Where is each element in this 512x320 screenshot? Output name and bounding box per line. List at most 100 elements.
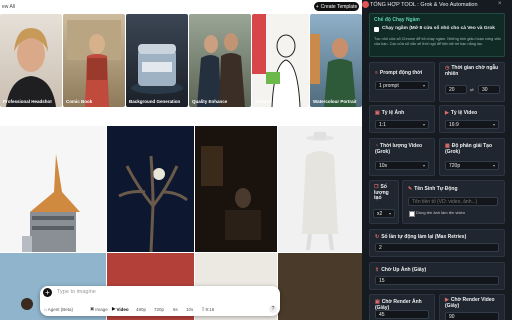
chevron-down-icon: ▾ [422,83,425,88]
template-label: Professional Headshot [3,99,52,104]
template-label: Quality Enhance [192,99,228,104]
image-ratio-select[interactable]: 1:1 ▾ [375,120,429,129]
upload-wait-input[interactable]: 15 [375,276,499,285]
retry-icon: ↻ [375,234,380,240]
video-ratio-select[interactable]: 16:9 ▾ [445,120,499,129]
background-mode-section: Chế độ Chạy Ngầm Chạy ngầm (Mở 8 cửa sổ … [369,13,505,57]
template-card[interactable]: Background Generation [126,14,188,107]
add-attachment-button[interactable]: + [43,288,52,297]
panel-title: TỔNG HỢP TOOL : Grok & Veo Automation [370,0,478,10]
render-video-input[interactable]: 90 [445,312,499,320]
retries-label: ↻ Số lần tự động làm lại (Max Retries) [375,234,466,240]
prompt-concurrency-section: ≡ Prompt động thời 1 prompt ▾ [369,62,435,102]
video-duration-section: ◔ Thời lượng Video (Grok) 10s ▾ [369,138,435,176]
gallery-item[interactable] [107,126,194,252]
upload-wait-section: ⇧ Chờ Up Ảnh (Giây) 15 [369,262,505,290]
range-arrow-icon: ⇄ [470,87,474,92]
video-resolution-text: Độ phân giải Tạo (Grok) [445,143,493,155]
retries-section: ↻ Số lần tự động làm lại (Max Retries) 2 [369,229,505,257]
video-icon: ▶ [112,306,116,311]
random-wait-min-input[interactable]: 20 [445,85,467,94]
prompt-concurrency-label: ≡ Prompt động thời [375,70,422,76]
prompt-input[interactable]: Type to imagine [57,289,96,295]
view-all-link[interactable]: ew All [2,4,15,10]
duration-6s-option[interactable]: 6s [173,305,178,313]
render-image-input[interactable]: 45 [375,310,429,319]
gallery-item[interactable] [278,253,362,320]
automation-panel: TỔNG HỢP TOOL : Grok & Veo Automation × … [362,0,512,320]
create-template-label: Create Template [320,3,358,10]
upload-wait-value: 15 [379,277,385,284]
template-label: Scribed [255,99,272,104]
render-video-label: ▶ Chờ Render Video (Giây) [445,297,499,309]
video-icon: ▶ [445,110,449,116]
chevron-down-icon: ▾ [388,211,391,216]
upload-icon: ⇧ [375,267,380,273]
background-mode-title-text: Chế độ Chạy Ngầm [374,17,420,23]
template-card[interactable]: Professional Headshot [0,14,62,107]
image-ratio-value: 1:1 [379,121,386,128]
ratio-icon: ▯ [202,306,205,311]
fashion-figure-image [278,126,362,252]
image-mode-button[interactable]: ▣ Image [90,305,108,313]
avatar[interactable] [21,298,33,310]
image-ratio-section: ▣ Tỷ lệ Ảnh 1:1 ▾ [369,105,435,133]
prompt-concurrency-select[interactable]: 1 prompt ▾ [375,81,429,90]
aspect-ratio-selector[interactable]: ▯ 9:16 [202,305,214,313]
file-name-label: ✎ Tên Sinh Tự Động [408,186,458,192]
file-name-text: Tên Sinh Tự Động [414,186,458,192]
ratio-label: 9:16 [205,306,215,312]
gallery-item[interactable] [0,126,106,252]
template-card[interactable]: Quality Enhance [189,14,251,107]
retries-input[interactable]: 2 [375,243,499,252]
random-wait-section: ◷ Thời gian chờ ngẫu nhiên 20 ⇄ 30 [439,62,505,102]
sketch-figure-icon [252,14,301,107]
portrait-icon [6,28,56,107]
chevron-down-icon: ▾ [422,122,425,127]
resolution-480-option[interactable]: 480p [136,305,146,313]
prompt-concurrency-value: 1 prompt [379,82,399,89]
retries-value: 2 [379,244,382,251]
output-count-select[interactable]: x2 ▾ [373,209,395,218]
video-duration-select[interactable]: 10s ▾ [375,161,429,170]
render-video-value: 90 [449,313,455,320]
video-ratio-value: 16:9 [449,121,459,128]
video-label: Video [116,306,129,312]
close-icon[interactable]: × [498,1,502,7]
template-card[interactable]: Watercolour Portrait [310,14,362,107]
comic-figure-icon [67,20,121,107]
duration-10s-option[interactable]: 10s [186,305,193,313]
product-jar-icon [131,44,183,94]
window-close-icon[interactable] [362,1,369,8]
render-image-section: ▣ Chờ Render Ảnh (Giây) 45 [369,294,435,320]
video-duration-text: Thời lượng Video (Grok) [375,143,423,155]
video-mode-button[interactable]: ▶ Video [112,305,129,313]
file-prefix-input[interactable]: Tên tiền tố (VD: video, ảnh...) [408,197,498,206]
output-count-value: x2 [377,210,383,217]
random-wait-min-value: 20 [449,86,455,93]
gallery-item[interactable] [278,126,362,252]
template-card[interactable]: Scribed [252,14,309,107]
video-duration-label: ◔ Thời lượng Video (Grok) [375,143,425,155]
random-wait-max-value: 30 [482,86,488,93]
file-icon: ✎ [408,186,413,192]
chevron-down-icon: ▾ [422,163,425,168]
resolution-720-option[interactable]: 720p [154,305,164,313]
watercolor-portrait-icon [310,34,356,107]
create-template-button[interactable]: + Create Template [314,2,359,11]
video-resolution-select[interactable]: 720p ▾ [445,161,499,170]
couple-photo-icon [197,33,245,107]
random-wait-max-input[interactable]: 30 [478,85,500,94]
help-button[interactable]: ? [269,305,277,313]
image-label: Image [95,306,108,312]
template-card[interactable]: Comic Book [63,14,125,107]
agent-mode-button[interactable]: ⌂ Agent (Beta) [44,305,73,313]
background-mode-title: Chế độ Chạy Ngầm [374,17,420,23]
file-name-section: ✎ Tên Sinh Tự Động Tên tiền tố (VD: video… [402,180,505,224]
video-resolution-label: ▦ Độ phân giải Tạo (Grok) [445,143,497,155]
dark-room-image [195,126,277,252]
gallery-item[interactable] [195,126,277,252]
gallery-area: ew All + Create Template Professional He… [0,0,362,320]
background-mode-checkbox[interactable] [374,27,379,32]
use-image-name-checkbox[interactable] [409,211,415,217]
